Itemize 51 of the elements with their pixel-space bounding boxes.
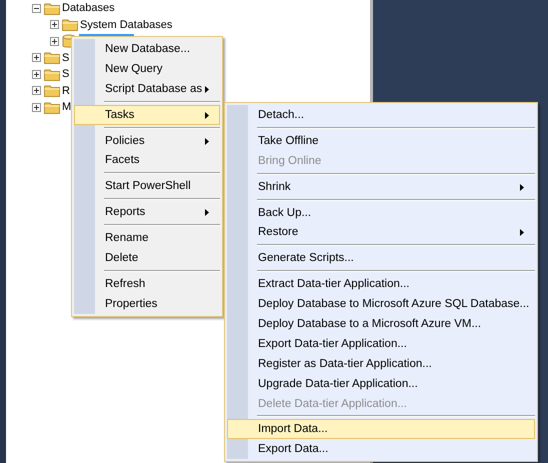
expand-icon[interactable] (32, 53, 41, 62)
tree-node-label[interactable]: System Databases (80, 18, 172, 31)
tree-node-label[interactable]: Databases (62, 2, 115, 14)
folder-icon (44, 68, 60, 81)
submenu-arrow-icon (205, 209, 209, 216)
menu-item[interactable]: Detach... (227, 105, 535, 125)
tree-node-label[interactable]: R (62, 84, 70, 97)
menu-item[interactable]: Facets (74, 150, 220, 170)
menu-item[interactable]: Properties (74, 294, 220, 314)
submenu-arrow-icon (205, 112, 209, 119)
menu-item[interactable]: Restore (227, 222, 535, 242)
tree-node-label[interactable]: S (62, 68, 70, 80)
expand-icon[interactable] (32, 70, 41, 79)
folder-icon (44, 84, 60, 98)
menu-item[interactable]: Upgrade Data-tier Application... (227, 374, 535, 394)
submenu-arrow-icon (205, 86, 209, 93)
menu-item[interactable]: Deploy Database to a Microsoft Azure VM... (227, 314, 535, 334)
menu-item[interactable]: Tasks (74, 104, 220, 125)
submenu-arrow-icon (205, 138, 209, 145)
menu-item[interactable]: Export Data-tier Application... (227, 334, 535, 354)
submenu-arrow-icon (520, 229, 524, 236)
collapse-icon[interactable] (32, 4, 41, 13)
tree-node-label[interactable]: M (62, 101, 72, 114)
menu-item[interactable]: Start PowerShell (74, 176, 220, 196)
expand-icon[interactable] (50, 20, 59, 30)
folder-icon (44, 51, 60, 64)
folder-icon (44, 100, 60, 114)
menu-item[interactable]: Export Data... (227, 439, 535, 460)
menu-item[interactable]: Back Up... (227, 202, 535, 222)
submenu-arrow-icon (520, 184, 524, 191)
menu-item[interactable]: Extract Data-tier Application... (227, 274, 535, 294)
menu-item[interactable]: Generate Scripts... (227, 248, 535, 268)
expand-icon[interactable] (32, 86, 41, 96)
menu-item[interactable]: Refresh (74, 274, 220, 294)
tree-node-label[interactable]: S (62, 52, 70, 64)
menu-item[interactable]: Rename (74, 228, 220, 248)
menu-item[interactable]: Register as Data-tier Application... (227, 354, 535, 374)
folder-icon (44, 2, 60, 15)
menu-item[interactable]: Take Offline (227, 130, 535, 151)
menu-item[interactable]: Delete (74, 248, 220, 268)
folder-icon (62, 18, 78, 32)
menu-item[interactable]: Script Database as (74, 78, 220, 99)
expand-icon[interactable] (32, 102, 41, 112)
menu-item[interactable]: New Query (74, 58, 220, 79)
menu-item[interactable]: Deploy Database to Microsoft Azure SQL Database... (227, 294, 535, 314)
menu-item[interactable]: Import Data... (227, 419, 535, 440)
menu-item[interactable]: New Database... (74, 39, 220, 59)
menu-item[interactable]: Reports (74, 202, 220, 222)
menu-item[interactable]: Policies (74, 130, 220, 150)
expand-icon[interactable] (50, 36, 59, 46)
menu-item[interactable]: Shrink (227, 176, 535, 197)
